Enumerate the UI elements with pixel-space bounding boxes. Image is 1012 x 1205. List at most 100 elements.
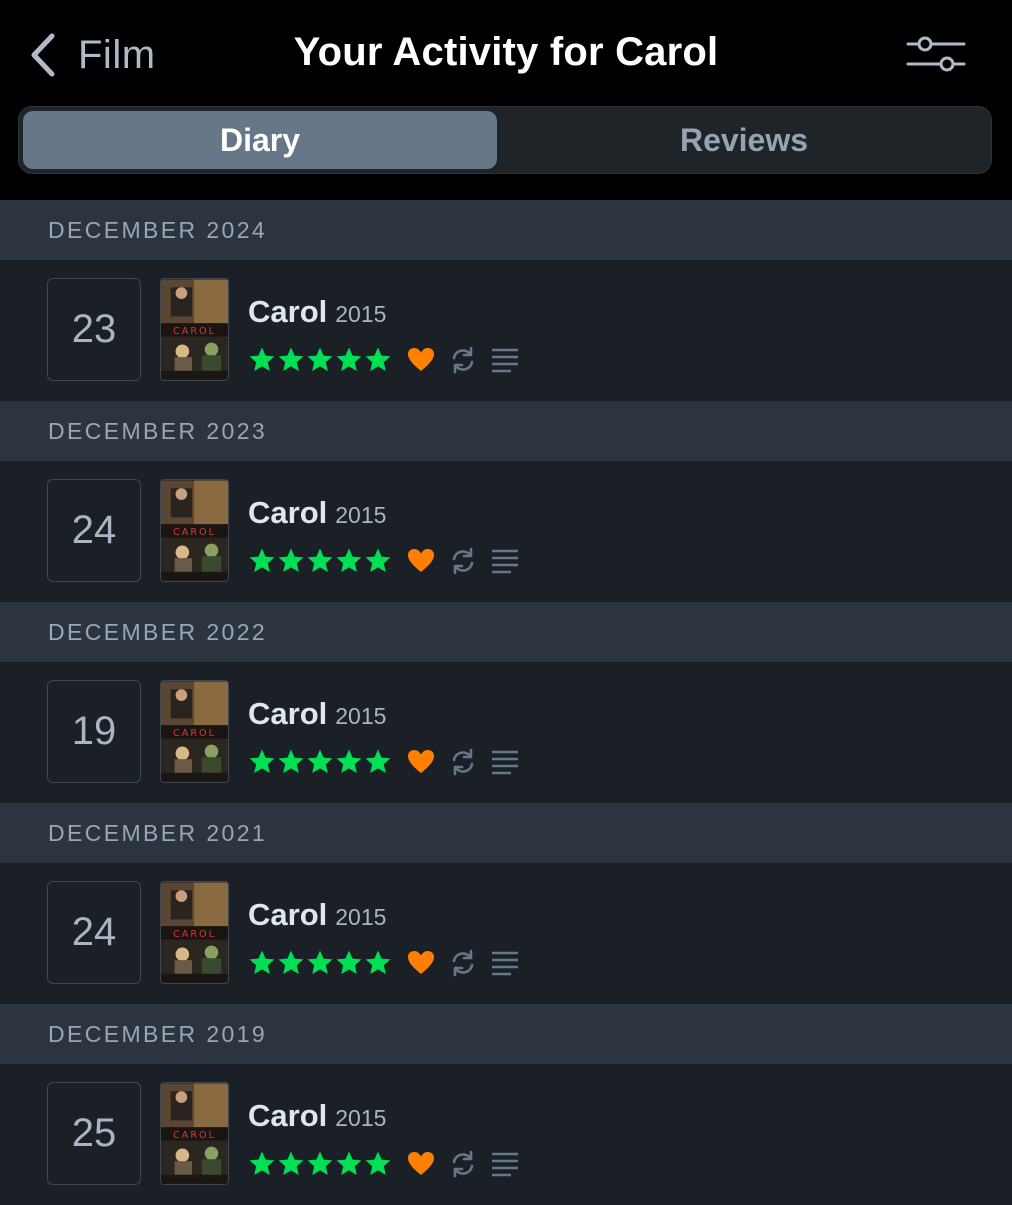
diary-section: DECEMBER 2019 25 CAROL Carol 2015	[0, 1004, 1012, 1205]
review-text-icon	[492, 750, 518, 775]
star-rating	[248, 748, 393, 776]
heart-icon	[408, 750, 434, 773]
star-rating	[248, 949, 393, 977]
film-poster[interactable]: CAROL	[160, 680, 229, 783]
film-year: 2015	[335, 904, 387, 930]
film-year: 2015	[335, 502, 387, 528]
entry-meta	[248, 1144, 519, 1184]
star-icon	[307, 347, 333, 371]
film-title-text: Carol	[248, 897, 328, 932]
entry-meta	[248, 340, 519, 380]
heart-icon	[408, 951, 434, 974]
review-text-icon	[492, 951, 518, 976]
star-icon	[365, 1151, 391, 1175]
star-icon	[278, 749, 304, 773]
poster-title-text: CAROL	[173, 1130, 216, 1141]
heart-icon	[408, 1152, 434, 1175]
poster-image: CAROL	[161, 1083, 228, 1184]
entry-meta	[248, 541, 519, 581]
entry-day: 19	[47, 680, 141, 783]
poster-image: CAROL	[161, 279, 228, 380]
star-icon	[249, 548, 275, 572]
poster-title-text: CAROL	[173, 527, 216, 538]
film-poster[interactable]: CAROL	[160, 278, 229, 381]
diary-section: DECEMBER 2022 19 CAROL Carol 2015	[0, 602, 1012, 803]
star-icon	[336, 950, 362, 974]
tab-bar: Diary Reviews	[18, 106, 992, 174]
poster-image: CAROL	[161, 882, 228, 983]
month-header: DECEMBER 2023	[0, 401, 1012, 461]
diary-section: DECEMBER 2021 24 CAROL Carol 2015	[0, 803, 1012, 1004]
tab-reviews[interactable]: Reviews	[501, 111, 987, 169]
entry-day: 23	[47, 278, 141, 381]
film-year: 2015	[335, 1105, 387, 1131]
tab-diary[interactable]: Diary	[23, 111, 497, 169]
film-title[interactable]: Carol 2015	[248, 495, 386, 531]
star-icon	[278, 1151, 304, 1175]
rewatch-icon	[452, 1150, 474, 1178]
entry-day: 24	[47, 881, 141, 984]
page-title: Your Activity for Carol	[293, 30, 719, 74]
star-icon	[249, 749, 275, 773]
heart-icon	[408, 549, 434, 572]
film-title[interactable]: Carol 2015	[248, 1098, 386, 1134]
star-rating	[248, 346, 393, 374]
diary-entry[interactable]: 25 CAROL Carol 2015	[0, 1064, 1012, 1205]
film-title-text: Carol	[248, 1098, 328, 1133]
film-poster[interactable]: CAROL	[160, 479, 229, 582]
poster-image: CAROL	[161, 480, 228, 581]
poster-image: CAROL	[161, 681, 228, 782]
poster-title-text: CAROL	[173, 326, 216, 337]
filter-button[interactable]	[906, 34, 966, 74]
star-icon	[336, 347, 362, 371]
star-icon	[249, 1151, 275, 1175]
diary-entry[interactable]: 23 CAROL Carol 2015	[0, 260, 1012, 401]
rewatch-icon	[452, 547, 474, 575]
star-icon	[278, 548, 304, 572]
diary-section: DECEMBER 2023 24 CAROL Carol 2015	[0, 401, 1012, 602]
month-header: DECEMBER 2022	[0, 602, 1012, 662]
film-title[interactable]: Carol 2015	[248, 897, 386, 933]
film-title[interactable]: Carol 2015	[248, 696, 386, 732]
star-icon	[307, 1151, 333, 1175]
star-icon	[249, 950, 275, 974]
star-icon	[365, 950, 391, 974]
star-icon	[307, 950, 333, 974]
review-text-icon	[492, 549, 518, 574]
month-header: DECEMBER 2021	[0, 803, 1012, 863]
film-title-text: Carol	[248, 294, 328, 329]
diary-list: DECEMBER 2024 23 CAROL Carol 2015 DECEMB…	[0, 200, 1012, 1205]
rewatch-icon	[452, 949, 474, 977]
rewatch-icon	[452, 346, 474, 374]
film-year: 2015	[335, 301, 387, 327]
poster-title-text: CAROL	[173, 929, 216, 940]
star-icon	[307, 548, 333, 572]
diary-entry[interactable]: 24 CAROL Carol 2015	[0, 863, 1012, 1004]
review-text-icon	[492, 348, 518, 373]
entry-day: 24	[47, 479, 141, 582]
star-icon	[336, 749, 362, 773]
diary-section: DECEMBER 2024 23 CAROL Carol 2015	[0, 200, 1012, 401]
diary-entry[interactable]: 24 CAROL Carol 2015	[0, 461, 1012, 602]
entry-day: 25	[47, 1082, 141, 1185]
diary-entry[interactable]: 19 CAROL Carol 2015	[0, 662, 1012, 803]
entry-meta	[248, 943, 519, 983]
month-header: DECEMBER 2024	[0, 200, 1012, 260]
star-icon	[249, 347, 275, 371]
film-year: 2015	[335, 703, 387, 729]
nav-bar: Film Your Activity for Carol Diary Revie…	[0, 0, 1012, 200]
star-icon	[365, 548, 391, 572]
star-icon	[365, 347, 391, 371]
rewatch-icon	[452, 748, 474, 776]
heart-icon	[408, 348, 434, 371]
poster-title-text: CAROL	[173, 728, 216, 739]
film-poster[interactable]: CAROL	[160, 881, 229, 984]
film-poster[interactable]: CAROL	[160, 1082, 229, 1185]
film-title[interactable]: Carol 2015	[248, 294, 386, 330]
review-text-icon	[492, 1152, 518, 1177]
star-icon	[336, 1151, 362, 1175]
star-icon	[307, 749, 333, 773]
sliders-icon	[906, 36, 966, 72]
star-icon	[365, 749, 391, 773]
star-icon	[278, 347, 304, 371]
